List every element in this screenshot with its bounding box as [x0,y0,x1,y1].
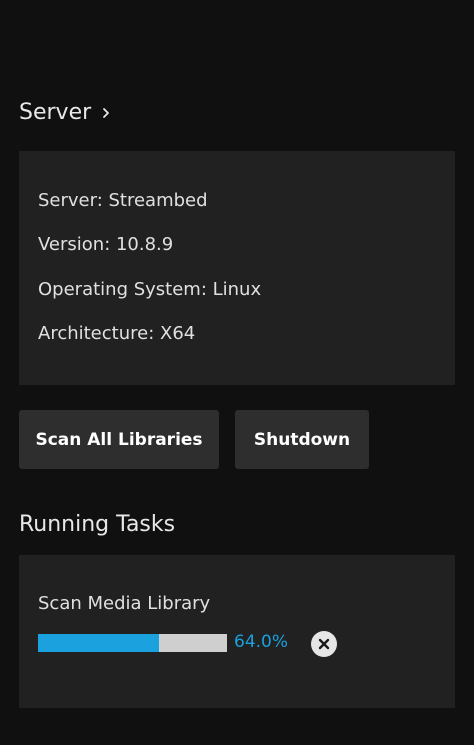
task-progress-bar [38,634,227,652]
server-section-title: Server [19,100,92,125]
close-icon [318,638,330,650]
server-os-text: Operating System: Linux [38,279,262,300]
server-info-card: Server: Streambed Version: 10.8.9 Operat… [19,151,455,385]
server-version-text: Version: 10.8.9 [38,234,174,255]
server-section-link[interactable]: Server [19,100,111,125]
task-name: Scan Media Library [38,593,211,614]
chevron-right-icon [103,107,110,118]
task-progress-fill [38,634,159,652]
server-name-text: Server: Streambed [38,190,208,211]
scan-all-libraries-button[interactable]: Scan All Libraries [19,410,219,469]
task-progress-label: 64.0% [234,632,289,652]
running-tasks-title: Running Tasks [19,512,176,537]
cancel-task-button[interactable] [311,631,337,657]
shutdown-button[interactable]: Shutdown [235,410,369,469]
dashboard-page: Server Server: Streambed Version: 10.8.9… [0,0,474,745]
server-architecture-text: Architecture: X64 [38,323,196,344]
running-tasks-card: Scan Media Library 64.0% [19,555,455,708]
